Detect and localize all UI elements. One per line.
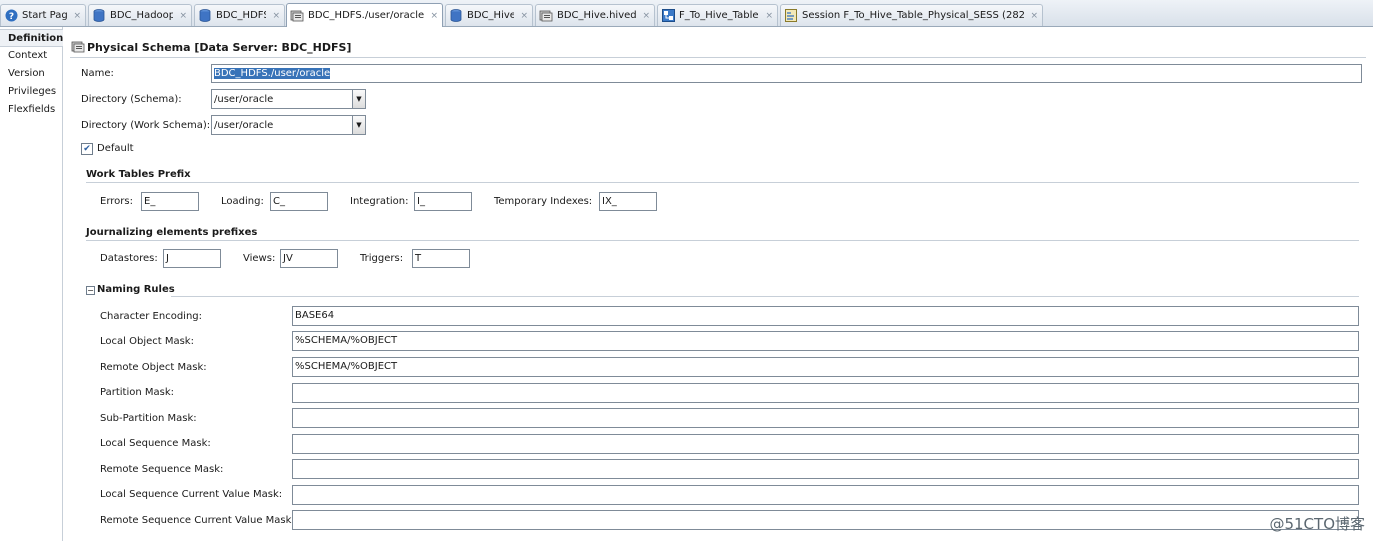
- chevron-down-icon[interactable]: ▼: [352, 116, 365, 134]
- page-title: Physical Schema [Data Server: BDC_HDFS]: [87, 41, 352, 54]
- remote-object-mask-label: Remote Object Mask:: [100, 362, 207, 373]
- database-icon: [92, 9, 106, 23]
- integration-prefix-input[interactable]: I_: [414, 192, 472, 211]
- loading-prefix-input[interactable]: C_: [270, 192, 328, 211]
- collapse-icon[interactable]: −: [86, 286, 95, 295]
- checkmark-icon: ✔: [83, 144, 91, 154]
- directory-schema-select[interactable]: /user/oracle ▼: [211, 89, 366, 109]
- sub-partition-mask-input[interactable]: [292, 408, 1359, 428]
- tab-f-to-hive-table[interactable]: F_To_Hive_Table ×: [657, 4, 778, 26]
- triggers-label: Triggers:: [360, 253, 404, 264]
- remote-sequence-current-value-mask-label: Remote Sequence Current Value Mask:: [100, 515, 295, 526]
- directory-work-schema-label: Directory (Work Schema):: [81, 120, 211, 131]
- physical-schema-icon: [71, 40, 86, 57]
- chevron-down-icon[interactable]: ▼: [352, 90, 365, 108]
- database-icon: [198, 9, 212, 23]
- tab-label: Session F_To_Hive_Table_Physical_SESS (2…: [802, 10, 1025, 21]
- help-icon: ?: [4, 9, 18, 23]
- name-label: Name:: [81, 68, 114, 79]
- views-label: Views:: [243, 253, 276, 264]
- close-icon[interactable]: ×: [179, 11, 187, 21]
- tab-bdc-hive-hivedb[interactable]: BDC_Hive.hivedb ×: [535, 4, 655, 26]
- close-icon[interactable]: ×: [430, 11, 438, 21]
- tab-bdc-hive[interactable]: BDC_Hive ×: [445, 4, 533, 26]
- nav-item-privileges[interactable]: Privileges: [0, 83, 63, 101]
- tab-session[interactable]: Session F_To_Hive_Table_Physical_SESS (2…: [780, 4, 1043, 26]
- triggers-prefix-input[interactable]: T: [412, 249, 470, 268]
- tab-bdc-hdfs-user-oracle[interactable]: BDC_HDFS./user/oracle ×: [286, 3, 443, 27]
- physical-schema-icon: [290, 9, 304, 23]
- partition-mask-label: Partition Mask:: [100, 387, 174, 398]
- close-icon[interactable]: ×: [765, 11, 773, 21]
- character-encoding-input[interactable]: BASE64: [292, 306, 1359, 326]
- local-sequence-mask-label: Local Sequence Mask:: [100, 438, 211, 449]
- svg-text:?: ?: [8, 12, 13, 22]
- directory-work-schema-select[interactable]: /user/oracle ▼: [211, 115, 366, 135]
- close-icon[interactable]: ×: [272, 11, 280, 21]
- remote-sequence-current-value-mask-input[interactable]: [292, 510, 1359, 530]
- remote-sequence-mask-input[interactable]: [292, 459, 1359, 479]
- close-icon[interactable]: ×: [642, 11, 650, 21]
- errors-prefix-input[interactable]: E_: [141, 192, 199, 211]
- close-icon[interactable]: ×: [73, 11, 81, 21]
- tab-bdc-hdfs[interactable]: BDC_HDFS ×: [194, 4, 285, 26]
- tab-label: F_To_Hive_Table: [679, 10, 759, 21]
- datastores-prefix-input[interactable]: J: [163, 249, 221, 268]
- temporary-indexes-label: Temporary Indexes:: [494, 196, 593, 207]
- temporary-indexes-prefix-input[interactable]: IX_: [599, 192, 657, 211]
- sub-partition-mask-label: Sub-Partition Mask:: [100, 413, 197, 424]
- local-sequence-current-value-mask-label: Local Sequence Current Value Mask:: [100, 489, 283, 500]
- tab-label: BDC_Hive: [467, 10, 515, 21]
- watermark: @51CTO博客: [1269, 515, 1365, 533]
- editor-section-nav: Definition Context Version Privileges Fl…: [0, 27, 63, 541]
- tab-bdc-hadoop[interactable]: BDC_Hadoop ×: [88, 4, 192, 26]
- database-icon: [449, 9, 463, 23]
- partition-mask-input[interactable]: [292, 383, 1359, 403]
- nav-item-version[interactable]: Version: [0, 65, 63, 83]
- physical-schema-icon: [539, 9, 553, 23]
- default-checkbox[interactable]: ✔: [81, 143, 93, 155]
- character-encoding-label: Character Encoding:: [100, 311, 203, 322]
- nav-item-flexfields[interactable]: Flexfields: [0, 101, 63, 119]
- close-icon[interactable]: ×: [1030, 11, 1038, 21]
- mapping-icon: [661, 9, 675, 23]
- loading-label: Loading:: [221, 196, 264, 207]
- editor-tab-bar: ? Start Page × BDC_Hadoop × BDC_HDFS × B…: [0, 0, 1373, 27]
- datastores-label: Datastores:: [100, 253, 158, 264]
- directory-schema-label: Directory (Schema):: [81, 94, 182, 105]
- journalizing-prefixes-heading: Journalizing elements prefixes: [86, 227, 258, 238]
- close-icon[interactable]: ×: [520, 11, 528, 21]
- session-icon: [784, 9, 798, 23]
- tab-label: BDC_HDFS: [216, 10, 267, 21]
- work-tables-prefix-heading: Work Tables Prefix: [86, 169, 191, 180]
- errors-label: Errors:: [100, 196, 133, 207]
- local-object-mask-label: Local Object Mask:: [100, 336, 194, 347]
- divider: [171, 296, 1359, 297]
- tab-label: BDC_HDFS./user/oracle: [308, 10, 425, 21]
- local-sequence-mask-input[interactable]: [292, 434, 1359, 454]
- remote-sequence-mask-label: Remote Sequence Mask:: [100, 464, 224, 475]
- tab-label: BDC_Hadoop: [110, 10, 174, 21]
- tab-label: BDC_Hive.hivedb: [557, 10, 637, 21]
- tab-start-page[interactable]: ? Start Page ×: [0, 4, 86, 26]
- divider: [86, 240, 1359, 241]
- nav-item-context[interactable]: Context: [0, 47, 63, 65]
- local-object-mask-input[interactable]: %SCHEMA/%OBJECT: [292, 331, 1359, 351]
- local-sequence-current-value-mask-input[interactable]: [292, 485, 1359, 505]
- default-label: Default: [97, 143, 134, 154]
- divider: [86, 182, 1359, 183]
- remote-object-mask-input[interactable]: %SCHEMA/%OBJECT: [292, 357, 1359, 377]
- views-prefix-input[interactable]: JV: [280, 249, 338, 268]
- naming-rules-heading: Naming Rules: [97, 284, 175, 295]
- divider: [70, 57, 1366, 58]
- name-input[interactable]: BDC_HDFS./user/oracle: [211, 64, 1362, 83]
- tab-label: Start Page: [22, 10, 68, 21]
- integration-label: Integration:: [350, 196, 409, 207]
- nav-item-definition[interactable]: Definition: [0, 29, 63, 47]
